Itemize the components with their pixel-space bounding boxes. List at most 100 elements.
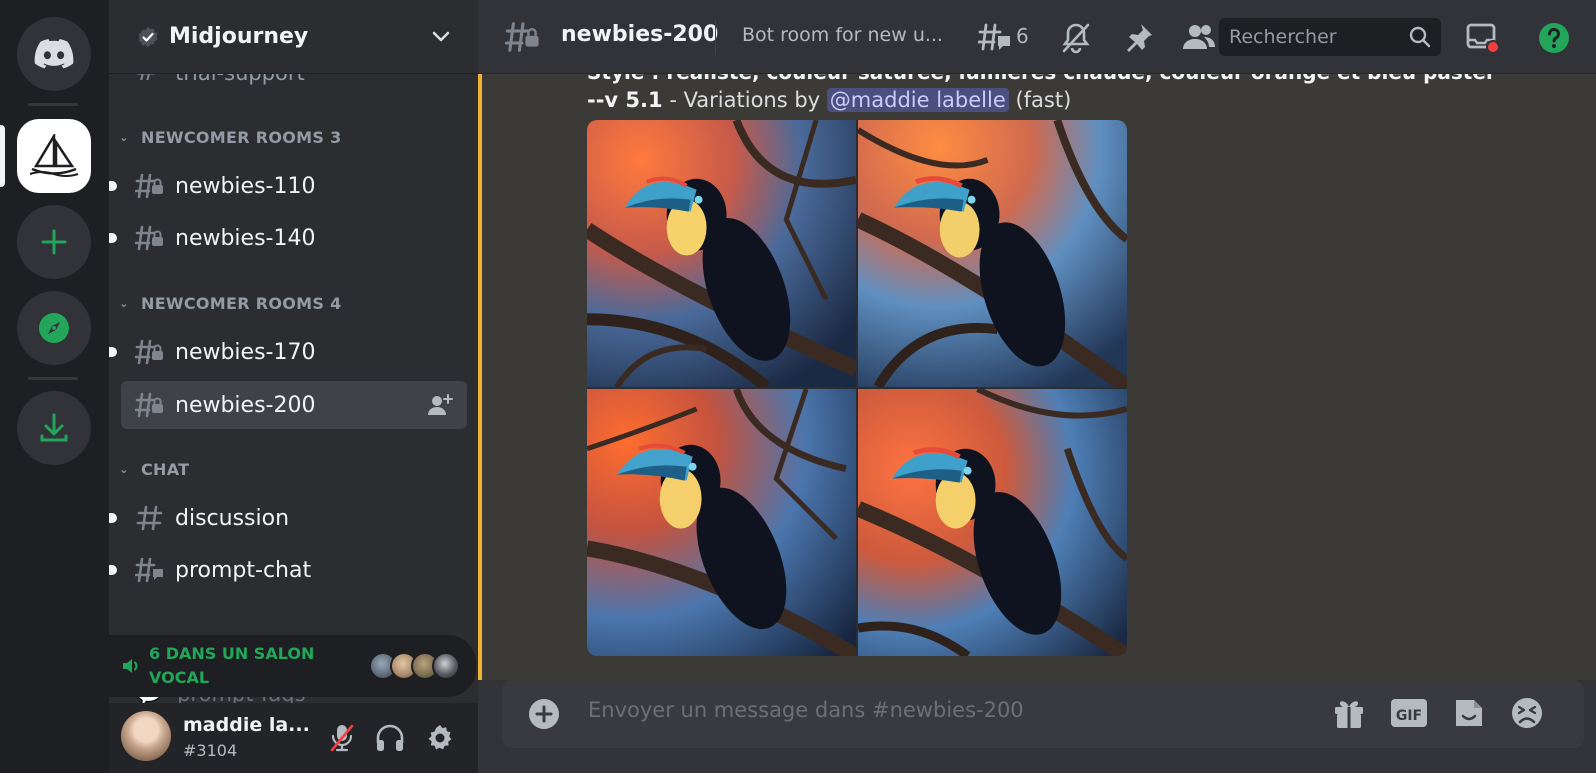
channel-item-newbies-110[interactable]: newbies-110 (109, 162, 467, 210)
add-server-button[interactable] (17, 205, 91, 279)
channel-item-discussion[interactable]: discussion (109, 494, 467, 542)
unread-indicator (109, 233, 117, 243)
discord-app: Midjourney # trial-support ⌄ NEWCOMER RO… (0, 0, 1596, 773)
category-label: NEWCOMER ROOMS 4 (141, 294, 342, 313)
inbox-icon[interactable] (1466, 22, 1500, 54)
generated-image-3[interactable] (587, 389, 856, 656)
search-input[interactable] (1229, 26, 1399, 48)
image-attachment-grid[interactable] (587, 120, 1127, 656)
unread-indicator (109, 513, 117, 523)
header-divider (715, 19, 716, 55)
unread-indicator (109, 181, 117, 191)
text-channel-icon (136, 505, 163, 531)
sticker-icon[interactable] (1452, 696, 1486, 730)
caret-down-icon: ⌄ (119, 297, 129, 310)
verified-badge-icon (138, 26, 158, 47)
server-rail (0, 0, 109, 773)
gift-icon[interactable] (1332, 696, 1366, 730)
locked-thread-channel-icon (135, 339, 163, 365)
channel-topic[interactable]: Bot room for new u... (742, 24, 943, 46)
search-icon (1409, 26, 1431, 48)
threads-icon[interactable] (978, 22, 1012, 54)
search-box[interactable] (1219, 18, 1441, 56)
rail-separator (28, 103, 78, 106)
download-apps-button[interactable] (17, 391, 91, 465)
explore-compass-icon (39, 313, 69, 343)
speaker-icon (123, 659, 138, 673)
channel-item-newbies-140[interactable]: newbies-140 (109, 214, 467, 262)
locked-thread-channel-icon (135, 392, 163, 418)
channel-title: newbies-200 (561, 22, 719, 47)
svg-text:GIF: GIF (1396, 708, 1422, 724)
toucan-image (858, 389, 1127, 656)
toucan-image (587, 389, 856, 656)
headphones-icon[interactable] (375, 723, 405, 753)
midjourney-server-icon (29, 134, 79, 177)
voice-avatars (369, 652, 460, 680)
thread-channel-icon (135, 557, 163, 583)
active-server-indicator (0, 125, 5, 187)
channel-item-newbies-170[interactable]: newbies-170 (109, 328, 467, 376)
pinned-icon[interactable] (1122, 22, 1154, 54)
channel-item-newbies-200[interactable]: newbies-200 (121, 381, 467, 429)
emoji-icon[interactable] (1510, 696, 1544, 730)
channel-header: newbies-200 Bot room for new u... 6 (478, 0, 1596, 74)
chevron-down-icon (432, 31, 450, 42)
user-tag: #3104 (183, 741, 238, 760)
discord-logo-icon (34, 39, 74, 69)
message-list: Style : réaliste, couleur saturée, lumiè… (478, 74, 1596, 680)
channel-sidebar: Midjourney # trial-support ⌄ NEWCOMER RO… (109, 0, 478, 773)
unread-indicator (109, 565, 117, 575)
channel-name: discussion (175, 505, 290, 531)
channel-name: prompt-chat (175, 557, 312, 583)
voice-count-label: 6 DANS UN SALON VOCAL (149, 644, 315, 687)
toucan-image (858, 120, 1127, 387)
gif-icon[interactable]: GIF (1390, 697, 1428, 729)
category-chat[interactable]: ⌄ CHAT (117, 460, 189, 479)
generated-image-4[interactable] (858, 389, 1127, 656)
category-newcomer-rooms-4[interactable]: ⌄ NEWCOMER ROOMS 4 (117, 294, 342, 313)
message-prompt-text: Style : réaliste, couleur saturée, lumiè… (587, 74, 1493, 84)
category-newcomer-rooms-3[interactable]: ⌄ NEWCOMER ROOMS 3 (117, 128, 342, 147)
speed-label: (fast) (1008, 88, 1072, 112)
user-name[interactable]: maddie la... (183, 714, 310, 736)
caret-down-icon: ⌄ (119, 131, 129, 144)
user-panel: maddie la... #3104 (109, 703, 478, 773)
home-button[interactable] (17, 17, 91, 91)
main-area: newbies-200 Bot room for new u... 6 Rech… (478, 0, 1596, 773)
download-icon (40, 413, 68, 442)
explore-servers-button[interactable] (17, 291, 91, 365)
mic-muted-icon[interactable] (329, 723, 355, 753)
mute-notifications-icon[interactable] (1060, 22, 1092, 54)
gear-icon[interactable] (425, 723, 455, 753)
member-list-icon[interactable] (1182, 22, 1216, 52)
create-invite-icon[interactable] (427, 393, 453, 417)
category-label: CHAT (141, 460, 190, 479)
message-meta-line: --v 5.1 - Variations by @maddie labelle … (587, 88, 1071, 112)
unread-indicator (109, 347, 117, 357)
rail-separator (28, 377, 78, 380)
channel-name: newbies-170 (175, 339, 316, 365)
message-input[interactable] (588, 698, 1288, 722)
locked-thread-channel-icon (135, 173, 163, 199)
user-mention[interactable]: @maddie labelle (826, 88, 1009, 112)
server-midjourney[interactable] (17, 119, 91, 193)
server-header[interactable]: Midjourney (109, 0, 478, 74)
add-server-icon (41, 229, 67, 255)
locked-thread-channel-icon (505, 22, 539, 52)
channel-item-prompt-chat[interactable]: prompt-chat (109, 546, 467, 594)
generated-image-2[interactable] (858, 120, 1127, 387)
category-label: NEWCOMER ROOMS 3 (141, 128, 342, 147)
voice-channel-banner[interactable]: 6 DANS UN SALON VOCAL (109, 635, 476, 697)
locked-thread-channel-icon (135, 225, 163, 251)
variations-label: - Variations by (662, 88, 827, 112)
version-flag: --v 5.1 (587, 88, 663, 112)
avatar (432, 652, 460, 680)
message-composer: GIF (502, 680, 1584, 748)
generated-image-1[interactable] (587, 120, 856, 387)
channel-name: newbies-200 (175, 392, 316, 418)
threads-count: 6 (1016, 24, 1029, 48)
avatar[interactable] (121, 711, 171, 761)
help-icon[interactable] (1538, 22, 1570, 54)
attach-plus-icon[interactable] (528, 698, 560, 730)
